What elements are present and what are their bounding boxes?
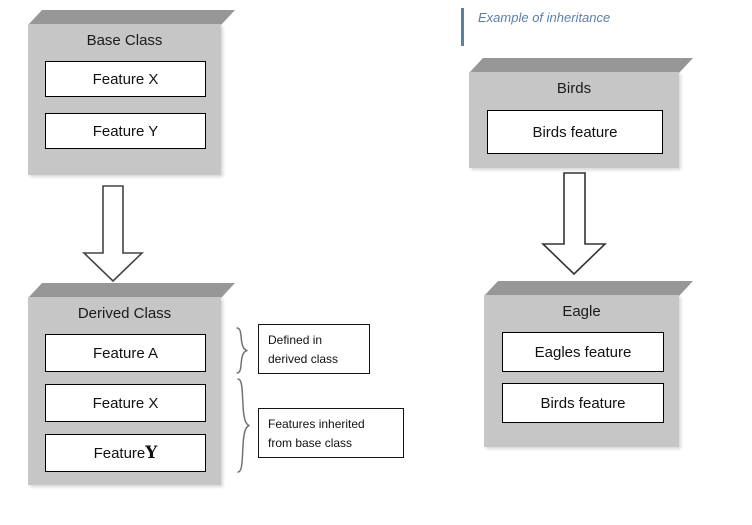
eagle-class-box-bevel xyxy=(484,281,693,296)
caption-example-of-inheritance: Example of inheritance xyxy=(461,8,610,46)
note-features-inherited-from-base-class: Features inherited from base class xyxy=(258,408,404,458)
derived-class-box-bevel xyxy=(28,283,235,298)
eagle-class-title: Eagle xyxy=(562,303,601,320)
base-class-feature-0[interactable]: Feature X xyxy=(45,61,206,97)
eagle-class-feature-1-label: Birds feature xyxy=(540,394,626,412)
base-class-box-body: Base Class Feature X Feature Y xyxy=(28,24,221,175)
birds-class-title: Birds xyxy=(556,80,592,97)
eagle-class-box[interactable]: Eagle Eagles feature Birds feature xyxy=(484,281,693,447)
eagle-class-feature-0-label: Eagles feature xyxy=(534,343,632,361)
note-defined-in-derived-class-line2: derived class xyxy=(268,351,339,366)
derived-class-feature-2-label-suffix: Y xyxy=(145,443,158,463)
base-class-box-bevel xyxy=(28,10,235,25)
inheritance-arrow-left xyxy=(82,185,144,283)
derived-class-feature-1[interactable]: Feature X xyxy=(45,384,206,422)
base-class-feature-1-label: Feature Y xyxy=(92,122,159,140)
derived-class-feature-0-label: Feature A xyxy=(92,344,159,362)
note-features-inherited-line2: from base class xyxy=(268,435,353,450)
birds-class-feature-0[interactable]: Birds feature xyxy=(487,110,663,154)
caption-label: Example of inheritance xyxy=(478,10,611,25)
birds-class-feature-0-label: Birds feature xyxy=(532,123,618,141)
derived-class-box-body: Derived Class Feature A Feature X Featur… xyxy=(28,297,221,485)
base-class-title: Base Class xyxy=(86,32,163,49)
derived-class-feature-1-label: Feature X xyxy=(92,394,159,412)
brace-features-inherited-from-base-class xyxy=(234,378,256,473)
note-defined-in-derived-class-line1: Defined in xyxy=(268,333,323,347)
note-features-inherited-line1: Features inherited xyxy=(268,417,365,431)
eagle-class-feature-1[interactable]: Birds feature xyxy=(502,383,664,423)
eagle-class-box-body: Eagle Eagles feature Birds feature xyxy=(484,295,679,447)
birds-class-box[interactable]: Birds Birds feature xyxy=(469,58,693,168)
diagram-canvas: Example of inheritance Base Class Featur… xyxy=(0,0,752,525)
base-class-feature-0-label: Feature X xyxy=(92,70,159,88)
derived-class-feature-2-label-prefix: Feature xyxy=(93,444,146,462)
derived-class-feature-2[interactable]: Feature Y xyxy=(45,434,206,472)
base-class-feature-1[interactable]: Feature Y xyxy=(45,113,206,149)
eagle-class-feature-0[interactable]: Eagles feature xyxy=(502,332,664,372)
derived-class-feature-0[interactable]: Feature A xyxy=(45,334,206,372)
brace-defined-in-derived-class xyxy=(234,327,254,374)
derived-class-box[interactable]: Derived Class Feature A Feature X Featur… xyxy=(28,283,235,485)
derived-class-title: Derived Class xyxy=(77,305,172,322)
birds-class-box-body: Birds Birds feature xyxy=(469,72,679,168)
base-class-box[interactable]: Base Class Feature X Feature Y xyxy=(28,10,235,175)
birds-class-box-bevel xyxy=(469,58,693,73)
note-defined-in-derived-class: Defined in derived class xyxy=(258,324,370,374)
inheritance-arrow-right xyxy=(541,172,607,276)
